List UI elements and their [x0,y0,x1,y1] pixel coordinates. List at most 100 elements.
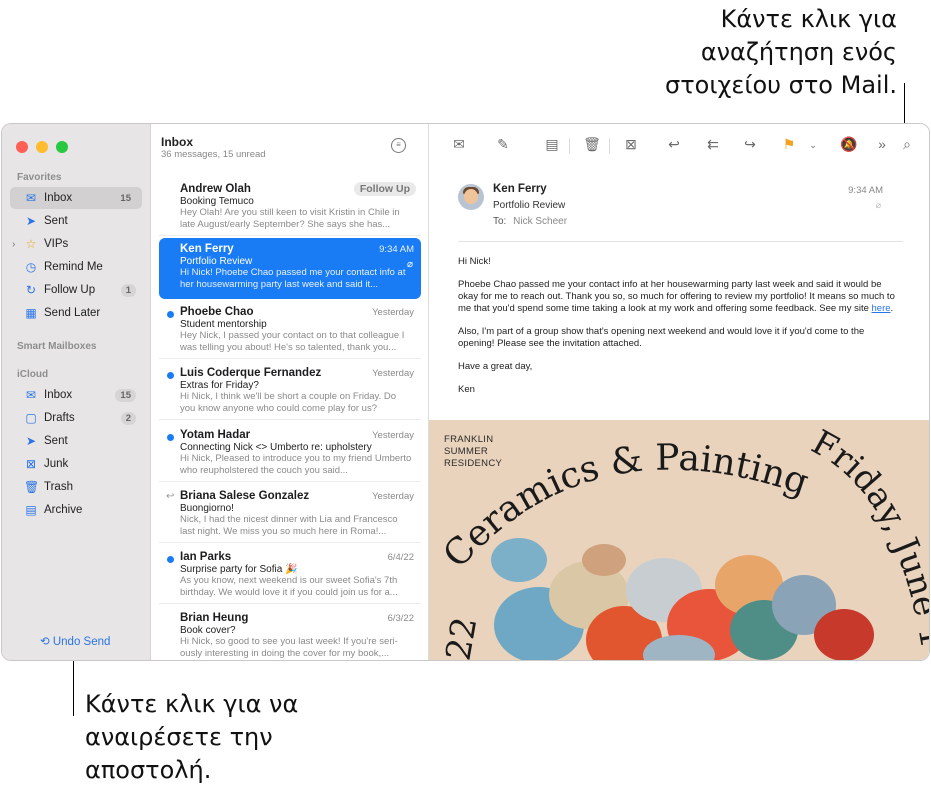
undo-callout: Κάντε κλικ για να αναιρέσετε την αποστολ… [85,688,298,787]
follow-up-tag[interactable]: Follow Up [353,182,416,196]
smart-mailboxes-label[interactable]: Smart Mailboxes [17,341,96,352]
list-item[interactable]: Brian Heung 6/3/22 Book cover? Hi Nick, … [159,607,421,660]
sidebar-item-remind-me[interactable]: ◷ Remind Me [10,256,142,278]
sidebar-item-icloud-inbox[interactable]: ✉ Inbox 15 [10,384,142,406]
message-preview: Hey Olah! Are you still keen to visit Kr… [180,207,400,230]
list-item[interactable]: Ian Parks 6/4/22 Surprise party for Sofi… [159,546,421,604]
sidebar-item-trash[interactable]: 🗑 Trash [10,476,142,498]
sidebar-item-junk[interactable]: ⊠ Junk [10,453,142,475]
list-item[interactable]: Yotam Hadar Yesterday Connecting Nick <>… [159,424,421,482]
mailbox-title: Inbox [161,135,193,149]
icloud-section-label[interactable]: iCloud [17,369,48,380]
sender-avatar [458,184,484,210]
message-preview: Hi Nick, I think we'll be short a couple… [180,391,397,414]
reply-all-icon[interactable]: ⇇ [703,136,723,153]
email-time: 9:34 AM [848,185,883,196]
message-preview: Hi Nick, Pleased to introduce you to my … [180,453,412,476]
sidebar-item-label: Junk [44,458,69,470]
sidebar-item-send-later[interactable]: ▦ Send Later [10,302,142,324]
mailbox-subtitle: 36 messages, 15 unread [161,149,266,160]
message-preview: Hi Nick, so good to see you last week! I… [180,636,398,659]
recipient-name[interactable]: Nick Scheer [513,216,567,227]
chevron-right-icon[interactable]: › [12,239,15,250]
message-subject: Booking Temuco [180,196,254,207]
forward-icon[interactable]: ↪ [740,136,760,153]
reading-pane: ✉ ✎ ▤ 🗑 ⊠ ↩ ⇇ ↪ ⚑ ⌄ 🔕 » ⌕ Ken Ferry Port… [429,124,929,660]
list-item-selected[interactable]: Ken Ferry 9:34 AM ⌀ Portfolio Review Hi … [159,238,421,299]
list-item[interactable]: ↩ Briana Salese Gonzalez Yesterday Buong… [159,485,421,543]
trash-icon[interactable]: 🗑 [582,136,602,153]
message-preview: As you know, next weekend is our sweet S… [180,575,398,598]
paragraph-end: . [890,303,894,314]
undo-icon: ⟲ [40,636,50,648]
message-date: Yesterday [372,491,414,502]
message-date: Yesterday [372,307,414,318]
message-sender: Ian Parks [180,551,232,563]
site-link[interactable]: here [872,303,891,314]
sidebar: Favorites ✉ Inbox 15 ➤ Sent › ☆ VIPs ◷ R… [2,124,151,660]
chevron-down-icon[interactable]: ⌄ [803,140,823,151]
close-window-button[interactable] [16,141,28,153]
invitation-artwork: Ceramics & Painting Friday, June 1 22 [436,422,929,660]
sidebar-item-label: Remind Me [44,261,103,273]
archive-icon[interactable]: ▤ [542,136,562,153]
window-controls [16,141,68,153]
sidebar-item-label: Sent [44,435,68,447]
replied-arrow-icon: ↩ [166,491,175,502]
undo-send-button[interactable]: ⟲ Undo Send [40,634,110,648]
junk-icon: ⊠ [25,457,37,471]
message-date: 9:34 AM [379,244,414,255]
message-date: 6/4/22 [387,552,414,563]
inbox-icon: ✉ [25,191,37,205]
list-item[interactable]: Luis Coderque Fernandez Yesterday Extras… [159,362,421,420]
email-paragraph: Also, I'm part of a group show that's op… [458,326,865,349]
message-subject: Surprise party for Sofia 🎉 [180,564,298,575]
residency-line: SUMMER [444,446,489,457]
message-sender: Brian Heung [180,612,249,624]
invitation-image: Ceramics & Painting Friday, June 1 22 FR… [429,420,929,660]
message-subject: Connecting Nick <> Umberto re: upholster… [180,442,372,453]
zoom-window-button[interactable] [56,141,68,153]
message-preview: Hey Nick, I passed your contact on to th… [180,330,405,353]
flag-icon[interactable]: ⚑ [779,136,799,153]
sidebar-item-vips[interactable]: › ☆ VIPs [10,233,142,255]
message-date: Yesterday [372,430,414,441]
sidebar-item-inbox[interactable]: ✉ Inbox 15 [10,187,142,209]
minimize-window-button[interactable] [36,141,48,153]
sidebar-item-label: Follow Up [44,284,96,296]
message-sender: Ken Ferry [180,243,234,255]
attachment-icon: ⌀ [875,200,881,210]
message-date: Yesterday [372,368,414,379]
message-preview: Nick, I had the nicest dinner with Lia a… [180,514,398,537]
sidebar-item-follow-up[interactable]: ↻ Follow Up 1 [10,279,142,301]
count-badge: 15 [115,388,136,402]
filter-icon[interactable]: ≡ [391,138,406,153]
sidebar-item-archive[interactable]: ▤ Archive [10,499,142,521]
to-label: To: [493,216,507,227]
junk-icon[interactable]: ⊠ [621,136,641,153]
count-badge: 1 [120,283,136,297]
mute-bell-icon[interactable]: 🔕 [839,136,859,153]
sidebar-item-icloud-sent[interactable]: ➤ Sent [10,430,142,452]
compose-icon[interactable]: ✎ [493,136,513,153]
clay-letters [491,538,874,660]
mail-window: Favorites ✉ Inbox 15 ➤ Sent › ☆ VIPs ◷ R… [1,123,930,661]
undo-callout-leader [73,656,74,716]
message-subject: Student mentorship [180,319,267,330]
search-icon[interactable]: ⌕ [897,136,917,153]
list-item[interactable]: Phoebe Chao Yesterday Student mentorship… [159,301,421,359]
sidebar-item-label: Inbox [44,192,73,204]
sidebar-item-sent[interactable]: ➤ Sent [10,210,142,232]
star-icon: ☆ [25,237,37,251]
sidebar-item-label: VIPs [44,238,69,250]
sender-name[interactable]: Ken Ferry [493,183,547,195]
sidebar-item-drafts[interactable]: ▢ Drafts 2 [10,407,142,429]
email-subject: Portfolio Review [493,200,566,211]
list-item[interactable]: Andrew Olah Follow Up Booking Temuco Hey… [159,178,421,236]
callout-line: αποστολή. [85,756,212,784]
get-mail-icon[interactable]: ✉ [449,136,469,153]
unread-count-badge: 15 [120,192,131,204]
unread-dot-icon [167,556,174,563]
more-chevrons-icon[interactable]: » [872,136,892,152]
reply-icon[interactable]: ↩ [664,136,684,153]
